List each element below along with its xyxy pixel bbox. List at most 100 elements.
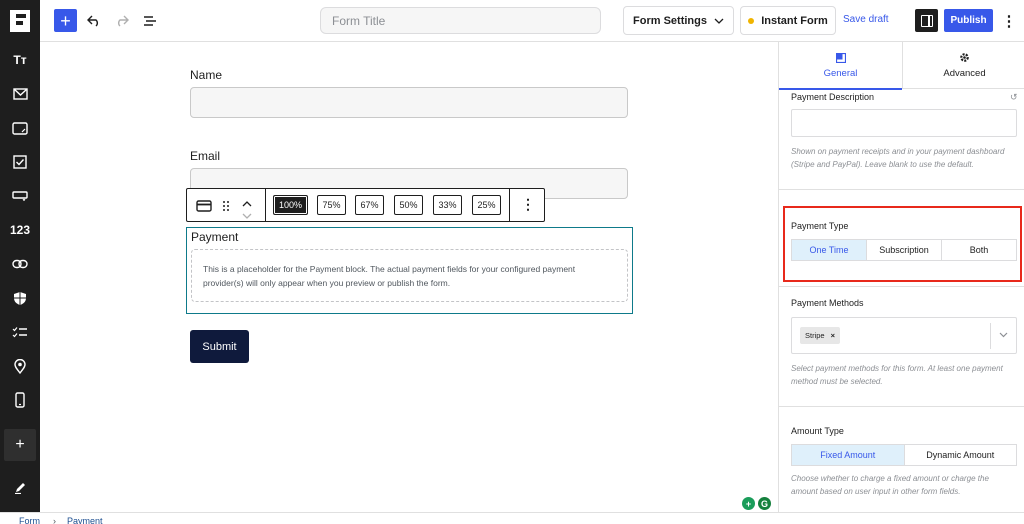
- width-option-75[interactable]: 75%: [317, 195, 346, 215]
- width-option-25[interactable]: 25%: [472, 195, 501, 215]
- reset-icon: ↺: [1010, 92, 1018, 102]
- gear-icon: [960, 53, 969, 62]
- sidebar-item-email[interactable]: [0, 79, 40, 109]
- tab-general-label: General: [823, 67, 858, 79]
- payment-type-one-time[interactable]: One Time: [792, 240, 867, 260]
- amount-type-help: Choose whether to charge a fixed amount …: [791, 474, 989, 496]
- breadcrumb-item-payment[interactable]: Payment: [67, 516, 103, 524]
- shield-icon: [14, 291, 26, 305]
- textarea-icon: [12, 121, 28, 135]
- drag-handle[interactable]: [222, 199, 230, 217]
- floating-extension-icons: + G: [742, 497, 771, 510]
- undo-icon: [87, 15, 98, 27]
- dropdown-toggle[interactable]: [998, 329, 1008, 341]
- form-settings-button[interactable]: Form Settings: [623, 6, 734, 35]
- logo-icon: [10, 10, 30, 32]
- mail-icon: [12, 88, 28, 100]
- plus-icon: +: [60, 10, 71, 31]
- chevron-down-icon: [242, 213, 252, 219]
- amount-type-dynamic[interactable]: Dynamic Amount: [904, 445, 1016, 465]
- sidebar-item-link[interactable]: [0, 249, 40, 279]
- tab-advanced-label: Advanced: [943, 68, 986, 79]
- sidebar-item-text[interactable]: Tт: [0, 45, 40, 75]
- panel-divider: [779, 406, 1024, 407]
- link-icon: [12, 259, 28, 269]
- sidebar-item-checklist[interactable]: [0, 317, 40, 347]
- name-field[interactable]: [190, 87, 628, 118]
- publish-button[interactable]: Publish: [944, 9, 993, 32]
- options-menu-button[interactable]: ⋮: [1001, 10, 1017, 32]
- form-editor: + Form Settings Instant Form Save draft …: [0, 0, 1024, 524]
- sidebar-add-button[interactable]: +: [4, 429, 36, 461]
- grammarly-icon[interactable]: G: [758, 497, 771, 510]
- width-option-33[interactable]: 33%: [433, 195, 462, 215]
- list-view-icon: [144, 16, 156, 26]
- instant-form-button[interactable]: Instant Form: [740, 6, 836, 35]
- tab-advanced[interactable]: Advanced: [903, 42, 1024, 89]
- app-logo[interactable]: [0, 0, 40, 42]
- payment-description-input[interactable]: [791, 109, 1017, 137]
- instant-form-label: Instant Form: [761, 14, 828, 27]
- breadcrumb: Form › Payment: [0, 512, 1024, 524]
- payment-method-token[interactable]: Stripe ×: [800, 327, 840, 344]
- submit-button[interactable]: Submit: [190, 330, 249, 363]
- payment-block-type-button[interactable]: [196, 199, 212, 217]
- payment-methods-select[interactable]: Stripe ×: [791, 317, 1017, 354]
- width-option-50[interactable]: 50%: [394, 195, 423, 215]
- sidebar-item-edit[interactable]: [0, 472, 40, 502]
- payment-type-toggle: One Time Subscription Both: [791, 239, 1017, 261]
- amount-type-fixed[interactable]: Fixed Amount: [792, 445, 905, 465]
- sidebar-item-security[interactable]: [0, 283, 40, 313]
- chevron-up-icon: [242, 201, 252, 207]
- payment-placeholder-text: This is a placeholder for the Payment bl…: [191, 249, 628, 302]
- redo-icon: [118, 15, 129, 27]
- payment-block[interactable]: Payment This is a placeholder for the Pa…: [186, 227, 633, 314]
- panel-tabs: General Advanced: [779, 42, 1024, 90]
- payment-description-label: Payment Description: [791, 92, 875, 102]
- form-title-input[interactable]: [320, 7, 601, 34]
- add-circle-icon[interactable]: +: [742, 497, 755, 510]
- move-down-button[interactable]: [242, 207, 252, 225]
- panel-divider: [779, 189, 1024, 190]
- select-icon: [12, 191, 28, 201]
- payment-type-subscription[interactable]: Subscription: [867, 240, 942, 260]
- settings-panel-toggle[interactable]: [915, 9, 938, 32]
- sidebar-item-location[interactable]: [0, 351, 40, 381]
- undo-button[interactable]: [84, 10, 104, 32]
- sidebar-item-select[interactable]: [0, 181, 40, 211]
- sidebar-item-checkbox[interactable]: [0, 147, 40, 177]
- sidebar-panel-icon: [920, 14, 933, 27]
- reset-button[interactable]: ↺: [1010, 92, 1018, 103]
- settings-panel: General Advanced Payment Description ↺ S…: [778, 42, 1024, 512]
- amount-type-toggle: Fixed Amount Dynamic Amount: [791, 444, 1017, 466]
- breadcrumb-item-form[interactable]: Form: [19, 516, 40, 524]
- form-settings-label: Form Settings: [633, 14, 707, 27]
- width-option-100[interactable]: 100%: [273, 195, 308, 215]
- more-vertical-icon: ⋮: [1001, 13, 1017, 30]
- block-options-button[interactable]: ⋮: [521, 196, 535, 213]
- add-block-button[interactable]: +: [54, 9, 77, 32]
- status-dot-icon: [748, 17, 755, 24]
- payment-method-token-label: Stripe: [805, 331, 825, 340]
- sidebar-item-phone[interactable]: [0, 385, 40, 415]
- payment-description-help: Shown on payment receipts and in your pa…: [791, 147, 1005, 169]
- block-sidebar: Tт 123 +: [0, 42, 40, 512]
- credit-card-icon: [196, 200, 212, 212]
- payment-methods-label: Payment Methods: [791, 298, 864, 308]
- general-icon: [835, 52, 846, 63]
- chevron-down-icon: [714, 18, 724, 24]
- pencil-icon: [14, 482, 25, 494]
- checkbox-icon: [13, 155, 27, 169]
- top-toolbar: + Form Settings Instant Form Save draft …: [0, 0, 1024, 42]
- sidebar-item-textarea[interactable]: [0, 113, 40, 143]
- toolbar-divider: [265, 189, 266, 221]
- payment-type-both[interactable]: Both: [942, 240, 1016, 260]
- document-overview-button[interactable]: [140, 10, 160, 32]
- toolbar-divider: [509, 189, 510, 221]
- sidebar-item-number[interactable]: 123: [0, 215, 40, 245]
- remove-token-icon[interactable]: ×: [831, 331, 835, 340]
- tab-general[interactable]: General: [779, 42, 902, 90]
- redo-button[interactable]: [112, 10, 132, 32]
- width-option-67[interactable]: 67%: [355, 195, 384, 215]
- save-draft-button[interactable]: Save draft: [843, 14, 889, 25]
